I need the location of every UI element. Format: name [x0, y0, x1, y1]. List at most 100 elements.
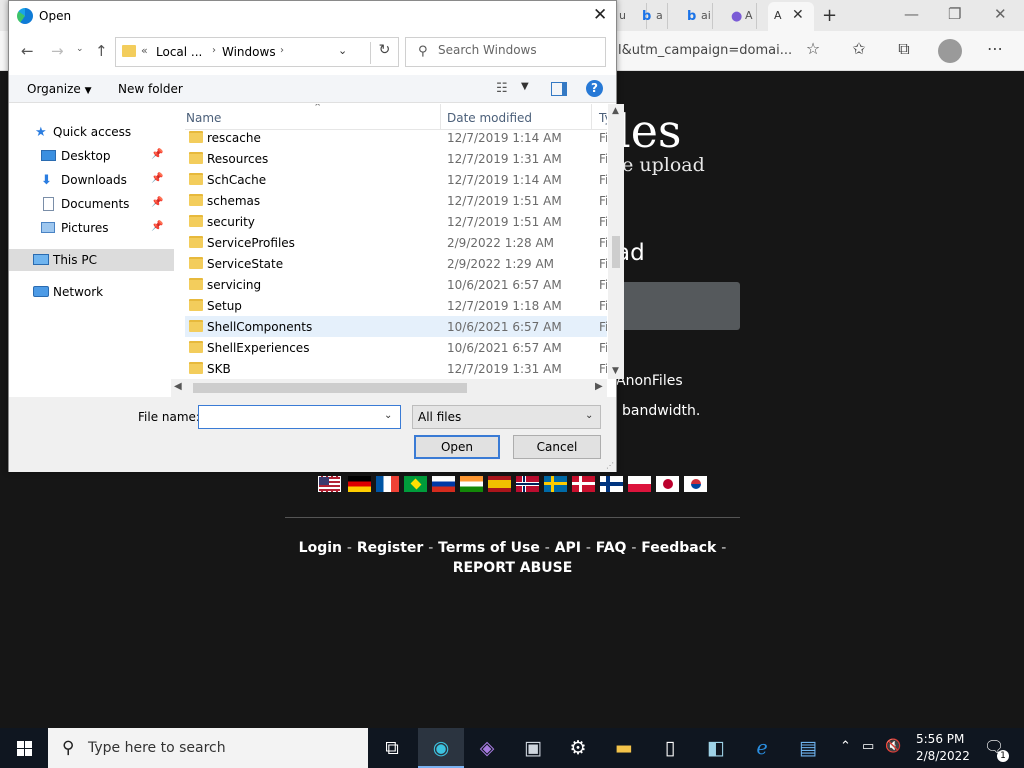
refresh-icon[interactable]: ↻ — [370, 42, 398, 64]
forward-arrow-icon[interactable]: → — [51, 42, 64, 60]
flag-japanese[interactable] — [656, 476, 679, 492]
scroll-right-icon[interactable]: ▶ — [595, 381, 603, 392]
collections-icon[interactable]: ⧉ — [893, 39, 915, 61]
back-arrow-icon[interactable]: ← — [21, 42, 34, 60]
pin-icon[interactable]: 📌 — [151, 173, 163, 184]
dialog-titlebar[interactable]: Open ✕ — [9, 1, 616, 32]
chevron-down-icon[interactable]: ⌄ — [338, 44, 347, 57]
minimize-icon[interactable]: — — [904, 5, 919, 23]
app-icon[interactable]: ◧ — [693, 728, 739, 768]
network-tray-icon[interactable]: ▭ — [862, 739, 874, 754]
flag-english[interactable] — [318, 476, 341, 492]
file-row[interactable]: servicing 10/6/2021 6:57 AM Fi — [185, 274, 607, 295]
visual-studio-icon[interactable]: ◈ — [464, 728, 510, 768]
flag-polish[interactable] — [628, 476, 651, 492]
add-favorite-icon[interactable]: ☆ — [802, 39, 824, 61]
flag-german[interactable] — [348, 476, 371, 492]
flag-korean[interactable] — [684, 476, 707, 492]
organize-button[interactable]: Organize ▼ — [27, 82, 92, 96]
file-row[interactable]: ServiceState 2/9/2022 1:29 AM Fi — [185, 253, 607, 274]
document-app-icon[interactable]: ▯ — [647, 728, 693, 768]
taskbar-search[interactable]: ⚲ Type here to search — [48, 728, 368, 768]
cancel-button[interactable]: Cancel — [513, 435, 601, 459]
flag-norwegian[interactable] — [516, 476, 539, 492]
new-tab-icon[interactable]: + — [822, 5, 837, 26]
resize-grip-icon[interactable]: ⋰ — [606, 461, 614, 470]
vertical-scrollbar[interactable]: ▲ ▼ — [608, 104, 624, 379]
column-header-type[interactable]: Ty — [599, 111, 607, 125]
breadcrumb-local-disk[interactable]: Local ... — [156, 45, 202, 59]
volume-muted-icon[interactable]: 🔇 — [885, 739, 901, 754]
open-button[interactable]: Open — [414, 435, 500, 459]
nav-item-pictures[interactable]: Pictures 📌 — [9, 217, 174, 239]
favorites-icon[interactable]: ✩ — [848, 39, 870, 61]
flag-hindi[interactable] — [460, 476, 483, 492]
file-row[interactable]: ShellComponents 10/6/2021 6:57 AM Fi — [185, 316, 607, 337]
flag-russian[interactable] — [432, 476, 455, 492]
file-row[interactable]: schemas 12/7/2019 1:51 AM Fi — [185, 190, 607, 211]
report-abuse-link[interactable]: REPORT ABUSE — [453, 560, 573, 576]
file-row[interactable]: Resources 12/7/2019 1:31 AM Fi — [185, 148, 607, 169]
search-input[interactable] — [438, 43, 598, 57]
flag-french[interactable] — [376, 476, 399, 492]
nav-item-desktop[interactable]: Desktop 📌 — [9, 145, 174, 167]
file-row[interactable]: ShellExperiences 10/6/2021 6:57 AM Fi — [185, 337, 607, 358]
breadcrumb-windows[interactable]: Windows — [222, 45, 276, 59]
close-tab-icon[interactable]: ✕ — [792, 7, 804, 23]
more-menu-icon[interactable]: ⋯ — [984, 39, 1006, 61]
close-window-icon[interactable]: ✕ — [994, 5, 1007, 23]
address-bar[interactable]: « Local ... › Windows › ⌄ ↻ — [115, 37, 399, 67]
flag-spanish[interactable] — [488, 476, 511, 492]
chevron-up-icon[interactable]: ⌃ — [840, 739, 851, 754]
column-header-name[interactable]: Name — [186, 111, 221, 125]
restore-icon[interactable]: ❐ — [948, 5, 961, 23]
nav-item-downloads[interactable]: ⬇ Downloads 📌 — [9, 169, 174, 191]
flag-swedish[interactable] — [544, 476, 567, 492]
new-folder-button[interactable]: New folder — [118, 82, 183, 96]
scroll-left-icon[interactable]: ◀ — [174, 381, 182, 392]
file-row[interactable]: ServiceProfiles 2/9/2022 1:28 AM Fi — [185, 232, 607, 253]
browser-tab[interactable]: ● A — [727, 3, 757, 29]
file-row[interactable]: Setup 12/7/2019 1:18 AM Fi — [185, 295, 607, 316]
edge-taskbar-icon[interactable]: ◉ — [418, 728, 464, 768]
api-link[interactable]: API — [555, 540, 581, 556]
nav-item-network[interactable]: Network — [9, 281, 174, 303]
chevron-down-icon[interactable]: ⌄ — [384, 410, 392, 421]
clock-time[interactable]: 5:56 PM — [916, 732, 964, 746]
file-explorer-icon[interactable]: ▬ — [601, 728, 647, 768]
feedback-link[interactable]: Feedback — [641, 540, 716, 556]
file-name-input[interactable] — [201, 408, 381, 426]
active-browser-tab[interactable]: A ✕ — [768, 2, 814, 31]
scrollbar-thumb[interactable] — [193, 383, 467, 393]
chevron-right-icon[interactable]: › — [212, 45, 216, 56]
horizontal-scrollbar[interactable]: ◀ ▶ — [171, 379, 607, 397]
internet-explorer-icon[interactable]: ℯ — [739, 728, 785, 768]
start-button[interactable] — [0, 728, 48, 768]
profile-avatar[interactable] — [938, 39, 962, 63]
file-name-combobox[interactable]: ⌄ — [198, 405, 401, 429]
file-row[interactable]: SchCache 12/7/2019 1:14 AM Fi — [185, 169, 607, 190]
help-icon[interactable]: ? — [586, 80, 603, 97]
login-link[interactable]: Login — [299, 540, 342, 556]
address-bar-url[interactable]: l&utm_campaign=domai... — [618, 43, 792, 58]
browser-tab[interactable]: b a — [638, 3, 668, 29]
control-panel-icon[interactable]: ▤ — [785, 728, 831, 768]
search-box[interactable]: ⚲ — [405, 37, 606, 67]
nav-item-quick-access[interactable]: ★ Quick access — [9, 121, 174, 143]
flag-finnish[interactable] — [600, 476, 623, 492]
browser-tab[interactable]: b ai — [683, 3, 713, 29]
task-view-icon[interactable]: ⧉ — [369, 728, 415, 768]
file-row[interactable]: SKB 12/7/2019 1:31 AM Fi — [185, 358, 607, 379]
file-row[interactable]: security 12/7/2019 1:51 AM Fi — [185, 211, 607, 232]
preview-pane-icon[interactable] — [551, 82, 567, 96]
flag-portuguese[interactable] — [404, 476, 427, 492]
file-type-select[interactable]: All files ⌄ — [412, 405, 601, 429]
chevron-right-icon[interactable]: › — [280, 45, 284, 56]
recent-locations-icon[interactable]: ⌄ — [76, 44, 84, 54]
pin-icon[interactable]: 📌 — [151, 221, 163, 232]
pin-icon[interactable]: 📌 — [151, 197, 163, 208]
scrollbar-thumb[interactable] — [612, 236, 620, 268]
clock-date[interactable]: 2/8/2022 — [916, 749, 970, 763]
file-row[interactable]: rescache 12/7/2019 1:14 AM Fi — [185, 127, 607, 148]
breadcrumb-overflow-icon[interactable]: « — [141, 44, 148, 57]
